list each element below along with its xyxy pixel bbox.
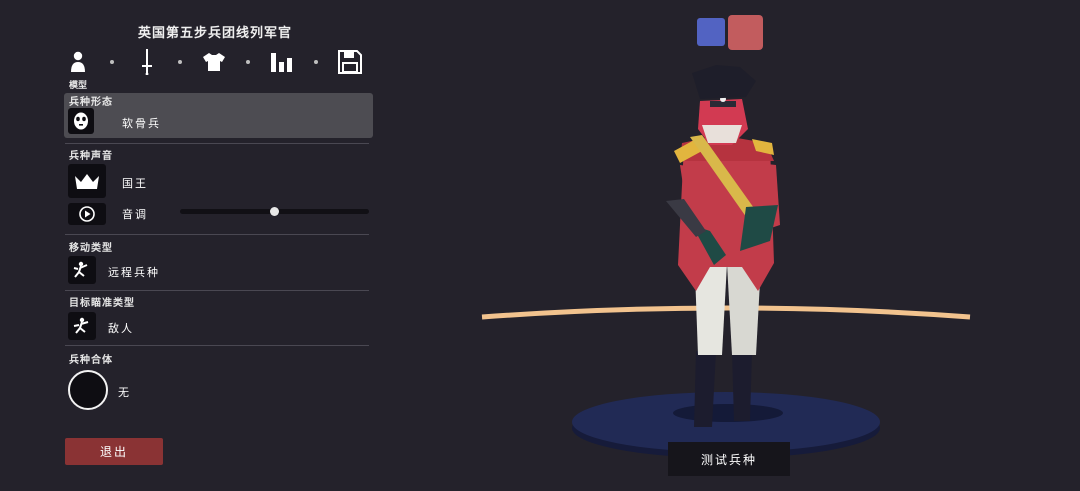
body-type-value: 软骨兵	[122, 117, 161, 130]
merge-label: 兵种合体	[69, 355, 113, 366]
team-blue-swatch[interactable]	[697, 18, 725, 46]
section-divider	[65, 234, 369, 235]
target-enemy-icon	[73, 317, 89, 334]
targeting-label: 目标瞄准类型	[69, 298, 135, 309]
tab-separator	[246, 60, 250, 64]
pitch-slider-handle[interactable]	[270, 207, 279, 216]
tab-save[interactable]	[336, 48, 364, 76]
team-red-swatch[interactable]	[728, 15, 763, 50]
tab-weapon[interactable]	[133, 48, 161, 76]
pitch-label: 音调	[122, 208, 148, 221]
voice-label: 兵种声音	[69, 151, 113, 162]
targeting-value: 敌人	[108, 322, 134, 335]
movement-label: 移动类型	[69, 243, 113, 254]
voice-value: 国王	[122, 177, 148, 190]
body-type-label: 兵种形态	[69, 97, 113, 108]
save-icon	[338, 50, 362, 74]
merge-unit-slot[interactable]	[68, 370, 108, 410]
tab-stats[interactable]	[268, 48, 296, 76]
ranged-unit-icon	[73, 261, 88, 278]
voice-icon-box[interactable]	[68, 164, 106, 198]
unit-name-title: 英国第五步兵团线列军官	[137, 26, 292, 41]
range-indicator	[481, 305, 971, 320]
unit-preview-stage	[481, 65, 971, 458]
tab-clothing[interactable]	[200, 48, 228, 76]
merge-value: 无	[118, 386, 131, 399]
active-tab-label: 模型	[69, 81, 88, 91]
person-icon	[71, 51, 85, 72]
body-type-icon-box[interactable]	[68, 108, 94, 134]
tab-separator	[178, 60, 182, 64]
section-divider	[65, 345, 369, 346]
tab-separator	[110, 60, 114, 64]
targeting-icon-box[interactable]	[68, 312, 96, 340]
bar-chart-icon	[271, 53, 292, 72]
exit-button[interactable]: 退出	[65, 438, 163, 465]
section-divider	[65, 290, 369, 291]
shirt-icon	[203, 53, 225, 71]
tab-separator	[314, 60, 318, 64]
movement-icon-box[interactable]	[68, 256, 96, 284]
pitch-play-button[interactable]	[68, 203, 106, 225]
test-unit-button[interactable]: 测试兵种	[668, 442, 790, 476]
movement-value: 远程兵种	[108, 266, 160, 279]
tab-model[interactable]	[64, 48, 92, 76]
crown-icon	[75, 174, 99, 189]
sword-icon	[142, 49, 152, 75]
section-divider	[65, 143, 369, 144]
mask-icon	[74, 112, 88, 130]
play-icon	[79, 206, 95, 222]
